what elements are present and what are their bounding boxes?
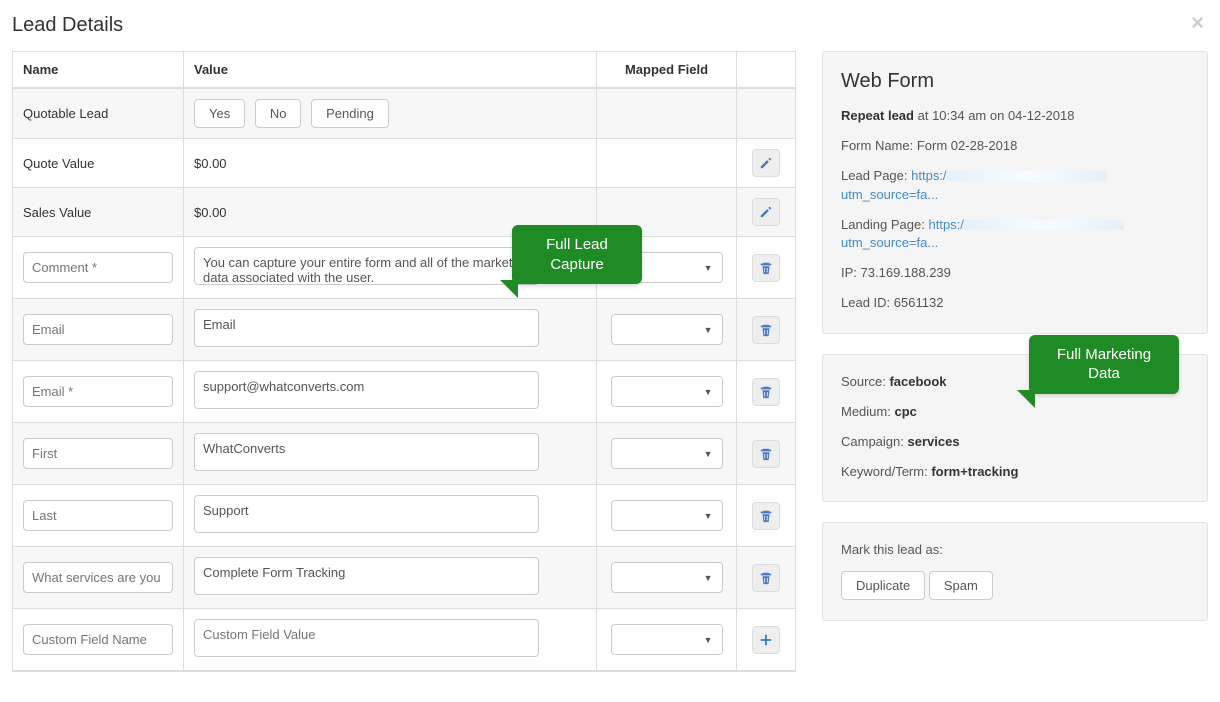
medium-label: Medium: xyxy=(841,404,891,419)
custom-value-textarea[interactable] xyxy=(194,619,539,657)
name-input[interactable] xyxy=(23,500,173,531)
value-textarea[interactable] xyxy=(194,371,539,409)
repeat-label: Repeat lead xyxy=(841,108,914,123)
row-quote-value: Quote Value $0.00 xyxy=(13,139,795,188)
mapped-select[interactable] xyxy=(611,376,723,407)
keyword-label: Keyword/Term: xyxy=(841,464,928,479)
col-action-header xyxy=(737,52,795,89)
form-name-value: Form 02-28-2018 xyxy=(917,138,1017,153)
add-row-button[interactable] xyxy=(752,626,780,654)
repeat-time: at 10:34 am on 04-12-2018 xyxy=(918,108,1075,123)
row-services xyxy=(13,547,795,609)
trash-icon xyxy=(759,571,773,585)
row-first xyxy=(13,423,795,485)
plus-icon xyxy=(759,633,773,647)
callout-full-lead-capture: Full Lead Capture xyxy=(512,225,642,284)
sources-panel: Full Marketing Data Source: facebook Med… xyxy=(822,354,1208,503)
mark-duplicate-button[interactable]: Duplicate xyxy=(841,571,925,600)
value-textarea[interactable] xyxy=(194,309,539,347)
edit-quote-value-button[interactable] xyxy=(752,149,780,177)
name-input[interactable] xyxy=(23,562,173,593)
trash-icon xyxy=(759,447,773,461)
edit-sales-value-button[interactable] xyxy=(752,198,780,226)
lead-id-value: 6561132 xyxy=(894,295,944,310)
mapped-select[interactable] xyxy=(611,500,723,531)
mark-label: Mark this lead as: xyxy=(841,541,1189,559)
row-quotable: Quotable Lead Yes No Pending xyxy=(13,89,795,139)
name-input[interactable] xyxy=(23,314,173,345)
row-sales-value: Sales Value $0.00 xyxy=(13,188,795,237)
callout-full-marketing-data: Full Marketing Data xyxy=(1029,335,1179,394)
mapped-select[interactable] xyxy=(611,438,723,469)
mark-panel: Mark this lead as: Duplicate Spam xyxy=(822,522,1208,621)
mapped-select[interactable] xyxy=(611,624,723,655)
label-sales-value: Sales Value xyxy=(13,188,184,237)
delete-row-button[interactable] xyxy=(752,564,780,592)
row-email-required xyxy=(13,361,795,423)
mapped-select[interactable] xyxy=(611,314,723,345)
quotable-pending-button[interactable]: Pending xyxy=(311,99,389,128)
lead-table: Name Value Mapped Field Quotable Lead Ye… xyxy=(12,51,796,672)
col-mapped-header: Mapped Field xyxy=(597,52,737,89)
row-custom-new xyxy=(13,609,795,671)
ip-label: IP: xyxy=(841,265,857,280)
name-input[interactable] xyxy=(23,438,173,469)
trash-icon xyxy=(759,509,773,523)
value-textarea[interactable] xyxy=(194,247,539,285)
delete-row-button[interactable] xyxy=(752,502,780,530)
label-quote-value: Quote Value xyxy=(13,139,184,188)
name-input[interactable] xyxy=(23,376,173,407)
value-textarea[interactable] xyxy=(194,557,539,595)
webform-panel: Web Form Repeat lead at 10:34 am on 04-1… xyxy=(822,51,1208,334)
campaign-label: Campaign: xyxy=(841,434,904,449)
ip-value: 73.169.188.239 xyxy=(861,265,951,280)
col-value-header: Value xyxy=(184,52,597,89)
modal-title: Lead Details xyxy=(12,14,123,37)
name-input[interactable] xyxy=(23,252,173,283)
lead-page-label: Lead Page: xyxy=(841,168,908,183)
form-name-label: Form Name: xyxy=(841,138,913,153)
trash-icon xyxy=(759,323,773,337)
trash-icon xyxy=(759,261,773,275)
mark-spam-button[interactable]: Spam xyxy=(929,571,993,600)
col-name-header: Name xyxy=(13,52,184,89)
close-icon[interactable]: × xyxy=(1187,10,1208,36)
source-label: Source: xyxy=(841,374,886,389)
landing-page-label: Landing Page: xyxy=(841,217,925,232)
keyword-value: form+tracking xyxy=(931,464,1018,479)
row-last xyxy=(13,485,795,547)
label-quotable: Quotable Lead xyxy=(13,89,184,139)
quotable-no-button[interactable]: No xyxy=(255,99,302,128)
lead-details-modal: Lead Details × Full Lead Capture Name Va… xyxy=(0,0,1220,702)
pencil-icon xyxy=(759,156,773,170)
medium-value: cpc xyxy=(894,404,916,419)
pencil-icon xyxy=(759,205,773,219)
delete-row-button[interactable] xyxy=(752,440,780,468)
custom-name-input[interactable] xyxy=(23,624,173,655)
lead-id-label: Lead ID: xyxy=(841,295,890,310)
redacted xyxy=(947,171,1107,181)
delete-row-button[interactable] xyxy=(752,254,780,282)
value-textarea[interactable] xyxy=(194,495,539,533)
trash-icon xyxy=(759,385,773,399)
value-textarea[interactable] xyxy=(194,433,539,471)
delete-row-button[interactable] xyxy=(752,378,780,406)
delete-row-button[interactable] xyxy=(752,316,780,344)
value-quote-value: $0.00 xyxy=(184,139,597,188)
row-email xyxy=(13,299,795,361)
webform-title: Web Form xyxy=(841,70,1189,93)
quotable-yes-button[interactable]: Yes xyxy=(194,99,245,128)
campaign-value: services xyxy=(908,434,960,449)
mapped-select[interactable] xyxy=(611,562,723,593)
redacted xyxy=(964,220,1124,230)
source-value: facebook xyxy=(889,374,946,389)
row-comment xyxy=(13,237,795,299)
